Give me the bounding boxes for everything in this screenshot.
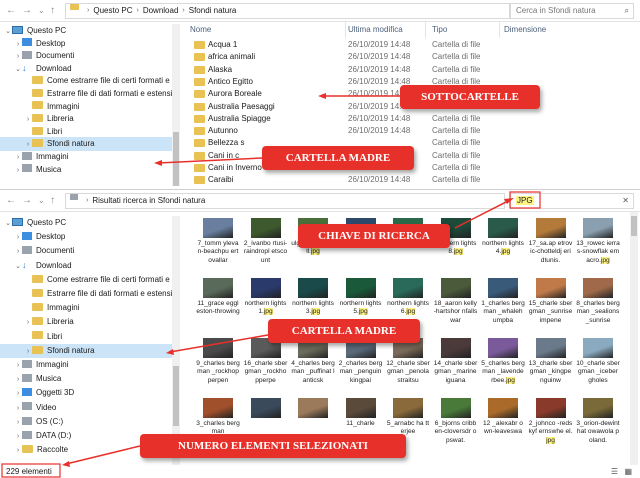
callout-cartella-madre: CARTELLA MADRE: [262, 146, 414, 170]
annotation-arrow: [157, 157, 263, 164]
annotation-arrow: [454, 199, 511, 229]
annotation-arrowhead: [318, 93, 326, 99]
status-highlight-box: [1, 463, 61, 478]
annotation-arrow: [65, 445, 141, 465]
callout-sottocartelle: SOTTOCARTELLE: [400, 85, 540, 109]
search-highlight-box: [509, 191, 541, 209]
callout-chiave-ricerca: CHIAVE DI RICERCA: [298, 224, 450, 248]
callout-numero-elementi: NUMERO ELEMENTI SELEZIONATI: [140, 434, 406, 458]
callout-cartella-madre: CARTELLA MADRE: [268, 319, 420, 343]
annotation-arrowhead: [154, 160, 162, 166]
annotation-arrowhead: [62, 461, 70, 467]
annotation-arrowhead: [166, 349, 174, 355]
annotation-arrow: [169, 334, 269, 353]
